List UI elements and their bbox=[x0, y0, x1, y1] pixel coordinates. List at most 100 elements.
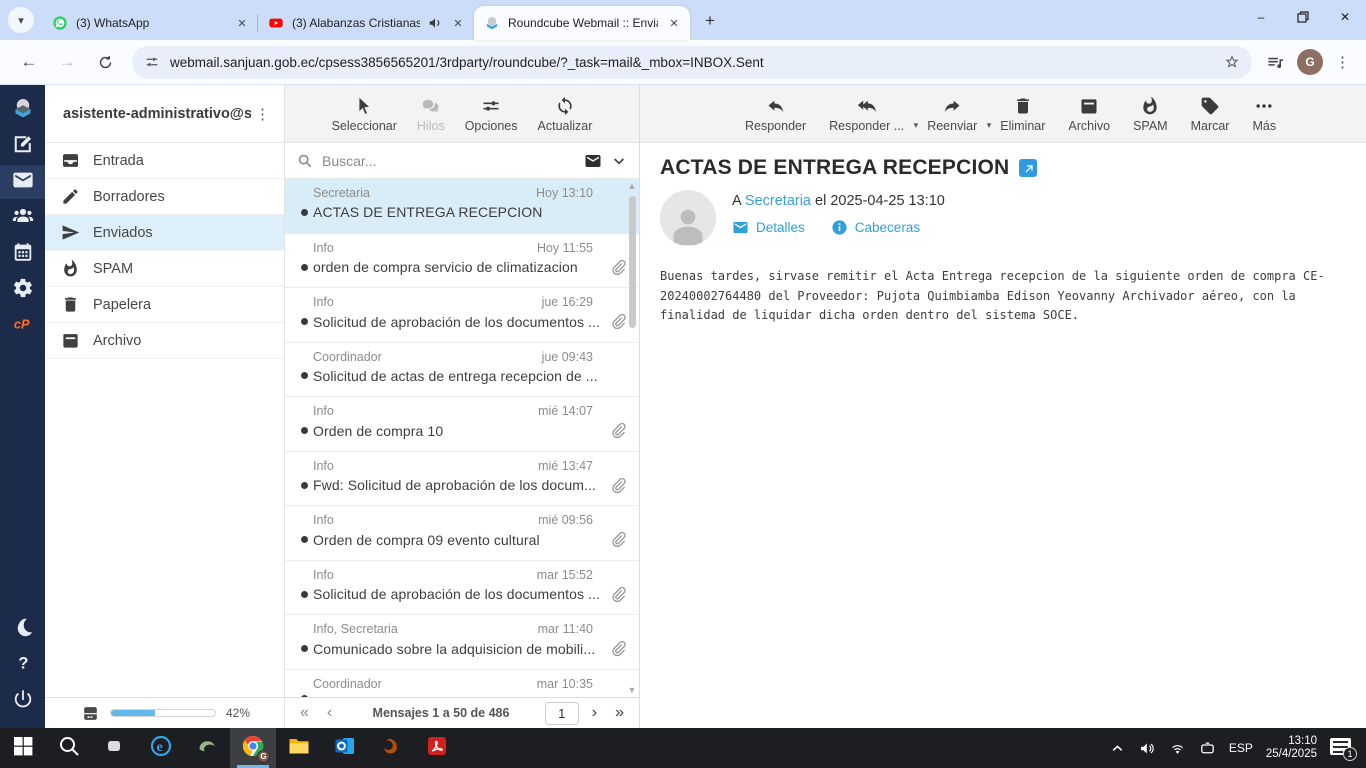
dropdown-caret-icon[interactable]: ▾ bbox=[987, 120, 992, 131]
mail-toolbar-button[interactable]: Más bbox=[1247, 96, 1281, 133]
search-scope-mail-icon[interactable] bbox=[584, 152, 602, 170]
toolbar-button[interactable]: Actualizar bbox=[533, 96, 598, 133]
taskbar-app-button[interactable] bbox=[276, 728, 322, 768]
message-row[interactable]: Info mié 14:07 Orden de compra 10 bbox=[285, 397, 639, 452]
search-options-chevron-icon[interactable] bbox=[611, 153, 627, 169]
window-restore-button[interactable] bbox=[1282, 0, 1324, 34]
taskbar-app-button[interactable] bbox=[322, 728, 368, 768]
browser-tab[interactable]: Roundcube Webmail :: Enviados ✕ bbox=[474, 6, 690, 40]
window-minimize-button[interactable]: – bbox=[1240, 0, 1282, 34]
back-button[interactable]: ← bbox=[14, 47, 44, 77]
message-row[interactable]: Info mié 13:47 Fwd: Solicitud de aprobac… bbox=[285, 452, 639, 506]
message-row[interactable]: Info mié 09:56 Orden de compra 09 evento… bbox=[285, 506, 639, 561]
taskbar-app-button[interactable]: G bbox=[230, 728, 276, 768]
page-number-input[interactable] bbox=[544, 701, 579, 725]
recipient-link[interactable]: Secretaria bbox=[745, 193, 811, 209]
profile-avatar[interactable]: G bbox=[1297, 49, 1323, 75]
mail-toolbar-button[interactable]: Eliminar bbox=[995, 96, 1050, 133]
forward-button[interactable]: → bbox=[52, 47, 82, 77]
folder-item[interactable]: Enviados bbox=[45, 215, 284, 251]
next-page-button[interactable]: › bbox=[587, 705, 602, 721]
taskbar-app-button[interactable] bbox=[0, 728, 46, 768]
toolbar-button[interactable]: Seleccionar bbox=[327, 96, 402, 133]
url-text[interactable]: webmail.sanjuan.gob.ec/cpsess3856565201/… bbox=[170, 55, 1214, 70]
scroll-down-icon[interactable]: ▼ bbox=[628, 685, 637, 695]
folder-item[interactable]: Entrada bbox=[45, 143, 284, 179]
search-input[interactable] bbox=[322, 152, 575, 169]
language-indicator[interactable]: ESP bbox=[1229, 741, 1253, 755]
sidebar-app-button[interactable]: ? bbox=[0, 648, 45, 682]
last-page-button[interactable]: » bbox=[610, 705, 629, 721]
list-scrollbar[interactable]: ▲ ▼ bbox=[626, 181, 638, 695]
sidebar-app-button[interactable] bbox=[0, 201, 45, 235]
taskbar-app-button[interactable] bbox=[368, 728, 414, 768]
browser-tab-strip: ▾ (3) WhatsApp ✕ (3) Alabanzas Cristiana… bbox=[0, 0, 1366, 40]
tab-audio-icon[interactable] bbox=[428, 16, 442, 30]
media-controls-icon[interactable] bbox=[1266, 53, 1285, 72]
copilot-icon bbox=[103, 734, 127, 763]
sidebar-app-button[interactable] bbox=[0, 129, 45, 163]
folder-item[interactable]: Papelera bbox=[45, 287, 284, 323]
address-bar[interactable]: webmail.sanjuan.gob.ec/cpsess3856565201/… bbox=[132, 45, 1252, 79]
notification-center-button[interactable]: 1 bbox=[1330, 738, 1357, 761]
tab-close-icon[interactable]: ✕ bbox=[666, 15, 682, 31]
open-in-new-window-icon[interactable] bbox=[1019, 159, 1038, 177]
browser-tab[interactable]: (3) WhatsApp ✕ bbox=[42, 6, 258, 40]
details-toggle[interactable]: Detalles bbox=[732, 219, 805, 236]
reload-button[interactable] bbox=[90, 47, 120, 77]
mail-toolbar-button[interactable]: Archivo bbox=[1063, 96, 1115, 133]
taskbar-app-button[interactable]: e bbox=[138, 728, 184, 768]
folder-item[interactable]: SPAM bbox=[45, 251, 284, 287]
message-row[interactable]: Coordinador jue 09:43 Solicitud de actas… bbox=[285, 343, 639, 397]
message-row[interactable]: Secretaria Hoy 13:10 ACTAS DE ENTREGA RE… bbox=[285, 179, 639, 234]
sidebar-app-button[interactable] bbox=[0, 273, 45, 307]
volume-icon[interactable] bbox=[1139, 740, 1156, 757]
message-sender: Info bbox=[313, 513, 334, 527]
message-row[interactable]: Info, Secretaria mar 11:40 Comunicado so… bbox=[285, 615, 639, 670]
tab-close-icon[interactable]: ✕ bbox=[234, 15, 250, 31]
roundcube-logo bbox=[12, 97, 34, 124]
toolbar-button[interactable]: Hilos bbox=[412, 96, 450, 133]
folder-actions-icon[interactable]: ⋮ bbox=[251, 105, 274, 123]
sidebar-app-button[interactable]: cP bbox=[0, 309, 45, 343]
taskbar-app-button[interactable] bbox=[92, 728, 138, 768]
wifi-icon[interactable] bbox=[1169, 740, 1186, 757]
window-close-button[interactable]: ✕ bbox=[1324, 0, 1366, 34]
new-tab-button[interactable]: + bbox=[696, 7, 724, 35]
sidebar-app-button[interactable] bbox=[0, 684, 45, 718]
sidebar-app-button[interactable] bbox=[0, 93, 45, 127]
dropdown-caret-icon[interactable]: ▾ bbox=[914, 120, 919, 131]
browser-tab[interactable]: (3) Alabanzas Cristianas 202 ✕ bbox=[257, 6, 474, 40]
message-row[interactable]: Info Hoy 11:55 orden de compra servicio … bbox=[285, 234, 639, 288]
toolbar-button[interactable]: Opciones bbox=[460, 96, 523, 133]
taskbar-app-button[interactable] bbox=[184, 728, 230, 768]
message-row[interactable]: Info mar 15:52 Solicitud de aprobación d… bbox=[285, 561, 639, 615]
tab-search-button[interactable]: ▾ bbox=[8, 7, 34, 33]
meet-now-icon[interactable] bbox=[1199, 740, 1216, 757]
prev-page-button[interactable]: ‹ bbox=[322, 705, 337, 721]
bookmark-star-icon[interactable] bbox=[1224, 54, 1240, 70]
mail-toolbar-button[interactable]: Reenviar ▾ bbox=[922, 96, 991, 133]
folder-item[interactable]: Borradores bbox=[45, 179, 284, 215]
sidebar-app-button[interactable] bbox=[0, 612, 45, 646]
headers-toggle[interactable]: Cabeceras bbox=[831, 219, 920, 236]
taskbar-app-button[interactable] bbox=[414, 728, 460, 768]
first-page-button[interactable]: « bbox=[295, 705, 314, 721]
message-row[interactable]: Coordinador mar 10:35 bbox=[285, 670, 639, 698]
folder-item[interactable]: Archivo bbox=[45, 323, 284, 359]
tray-chevron-up-icon[interactable] bbox=[1109, 740, 1126, 757]
browser-menu-icon[interactable]: ⋮ bbox=[1335, 53, 1350, 71]
mail-toolbar-button[interactable]: SPAM bbox=[1128, 96, 1173, 133]
site-settings-icon[interactable] bbox=[144, 54, 160, 70]
tab-close-icon[interactable]: ✕ bbox=[450, 15, 466, 31]
mail-toolbar-button[interactable]: Marcar bbox=[1186, 96, 1235, 133]
scrollbar-thumb[interactable] bbox=[628, 196, 636, 328]
sidebar-app-button[interactable] bbox=[0, 165, 45, 199]
clock[interactable]: 13:10 25/4/2025 bbox=[1266, 735, 1317, 762]
sidebar-app-button[interactable] bbox=[0, 237, 45, 271]
mail-toolbar-button[interactable]: Responder bbox=[740, 96, 811, 133]
taskbar-app-button[interactable] bbox=[46, 728, 92, 768]
scroll-up-icon[interactable]: ▲ bbox=[628, 181, 637, 191]
message-row[interactable]: Info jue 16:29 Solicitud de aprobación d… bbox=[285, 288, 639, 343]
mail-toolbar-button[interactable]: Responder ... ▾ bbox=[824, 96, 918, 133]
